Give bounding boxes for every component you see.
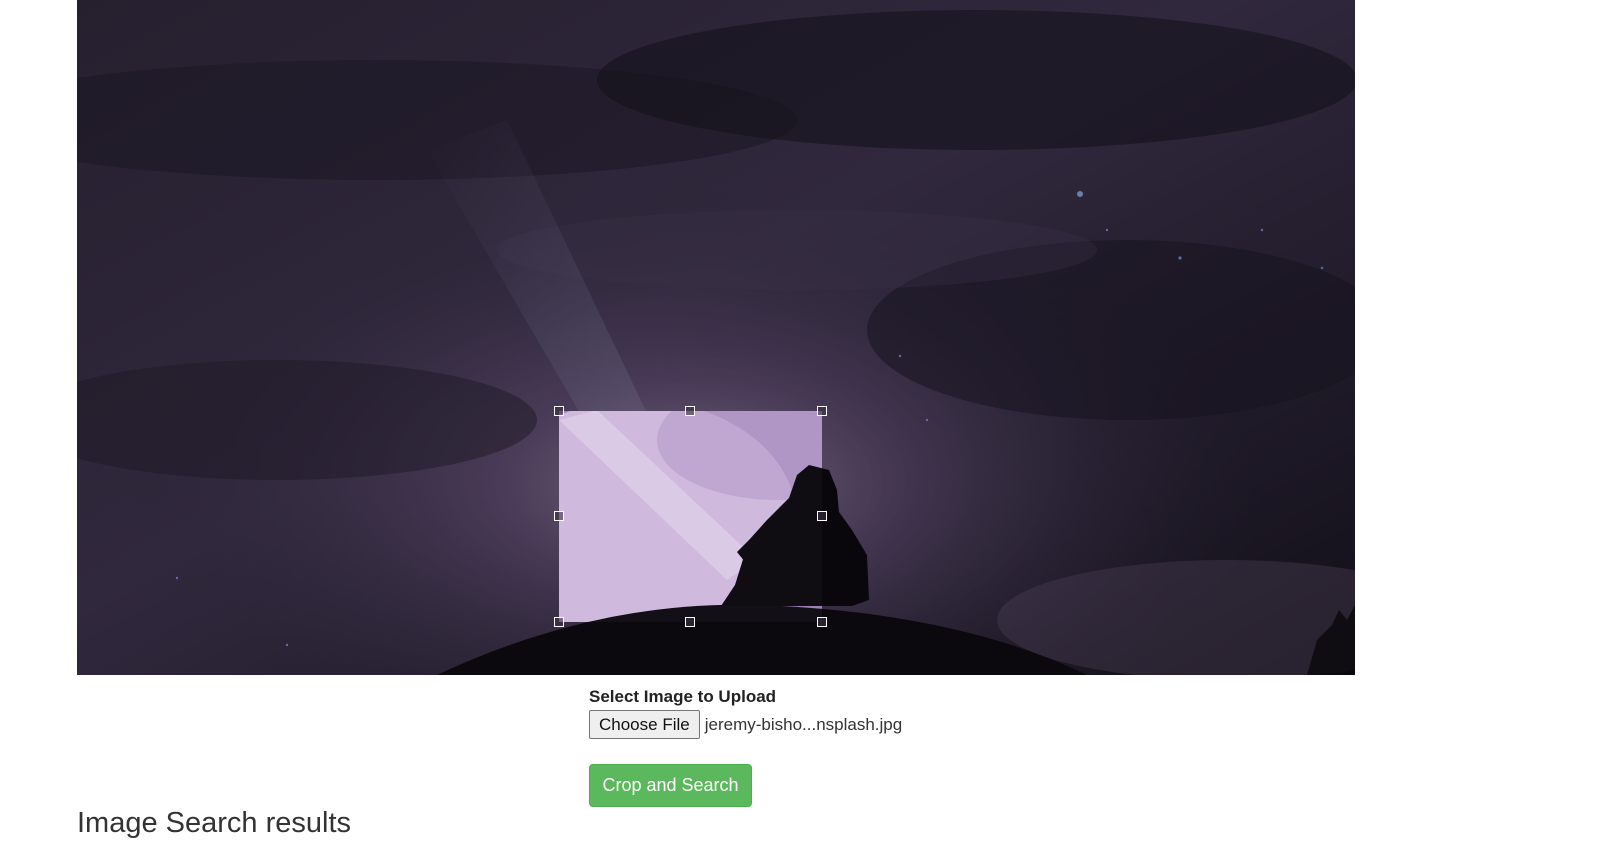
crop-and-search-button[interactable]: Crop and Search xyxy=(589,764,752,807)
crop-handle-left[interactable] xyxy=(554,511,564,521)
choose-file-button[interactable]: Choose File xyxy=(589,710,700,739)
image-crop-area[interactable] xyxy=(77,0,1355,675)
selected-file-name: jeremy-bisho...nsplash.jpg xyxy=(704,714,903,734)
crop-handle-bottom-left[interactable] xyxy=(554,617,564,627)
upload-label: Select Image to Upload xyxy=(589,687,777,706)
crop-handle-bottom-right[interactable] xyxy=(817,617,827,627)
crop-handle-top-right[interactable] xyxy=(817,406,827,416)
results-heading: Image Search results xyxy=(77,807,352,839)
crop-handle-right[interactable] xyxy=(817,511,827,521)
crop-handle-bottom[interactable] xyxy=(685,617,695,627)
upload-form: Select Image to Upload Choose File jerem… xyxy=(589,686,902,739)
crop-preview-image xyxy=(559,411,822,622)
crop-selection-box[interactable] xyxy=(559,411,822,622)
file-input[interactable]: Choose File jeremy-bisho...nsplash.jpg xyxy=(589,710,902,739)
page: Select Image to Upload Choose File jerem… xyxy=(0,0,1615,843)
crop-handle-top[interactable] xyxy=(685,406,695,416)
crop-handle-top-left[interactable] xyxy=(554,406,564,416)
